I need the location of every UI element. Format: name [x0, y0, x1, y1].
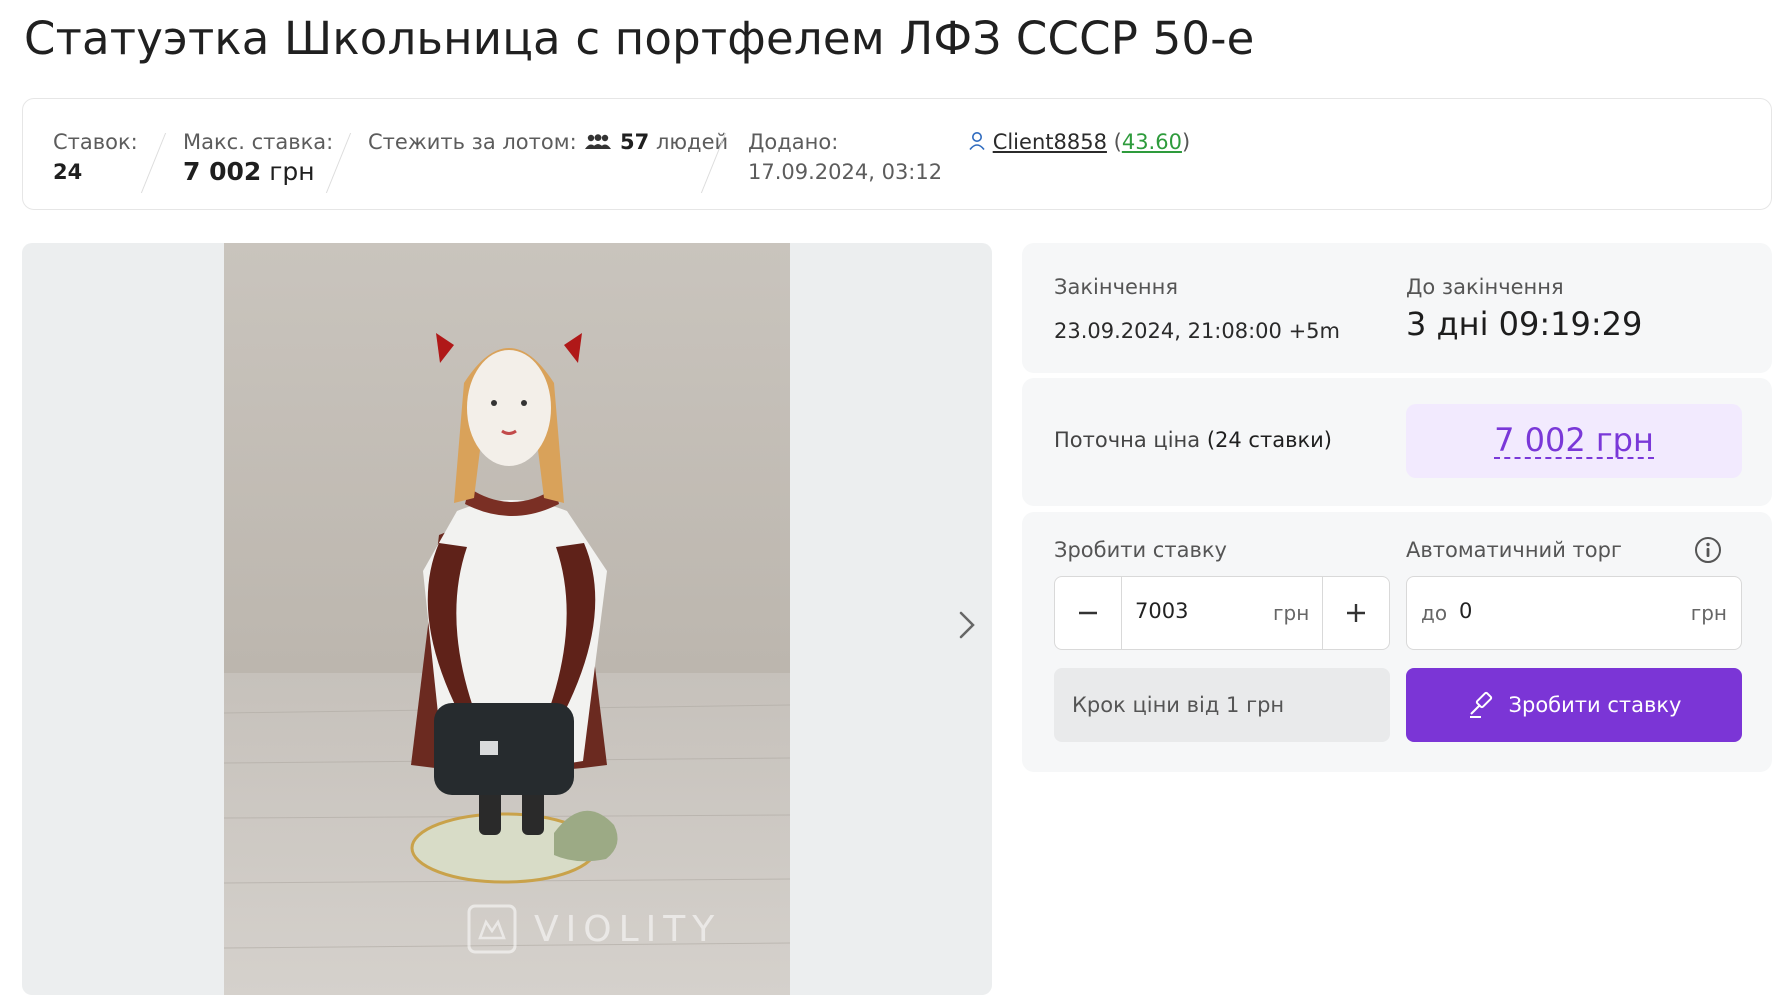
current-price-bids-note: (24 ставки): [1206, 428, 1332, 452]
divider: [140, 133, 167, 193]
auction-end-panel: Закінчення 23.09.2024, 21:08:00 +5m До з…: [1022, 243, 1772, 373]
auto-bid-field: до грн: [1406, 576, 1742, 650]
bids-count-stat: Ставок: 24: [53, 127, 138, 187]
current-price-value[interactable]: 7 002 грн: [1494, 423, 1654, 459]
max-bid-currency: грн: [269, 157, 315, 186]
max-bid-value-wrap: 7 002 грн: [183, 157, 333, 187]
page-title: Статуэтка Школьница с портфелем ЛФЗ СССР…: [24, 12, 1255, 65]
watchers-line: Стежить за лотом: 57 людей: [368, 127, 728, 157]
watchers-count: 57: [620, 130, 650, 154]
people-icon: [585, 134, 612, 149]
added-label: Додано:: [748, 130, 839, 154]
countdown-value: 3 дні 09:19:29: [1406, 305, 1643, 343]
seller-link[interactable]: Client8858: [993, 130, 1107, 154]
added-stat: Додано: 17.09.2024, 03:12: [748, 127, 942, 187]
increase-bid-button[interactable]: [1322, 577, 1389, 649]
seller-rating-link[interactable]: 43.60: [1122, 130, 1182, 154]
current-price-panel: Поточна ціна (24 ставки) 7 002 грн: [1022, 378, 1772, 506]
info-icon[interactable]: [1694, 536, 1722, 564]
auto-bid-currency: грн: [1690, 601, 1727, 625]
lot-page: Статуэтка Школьница с портфелем ЛФЗ СССР…: [0, 0, 1786, 1000]
watermark-text: VIOLITY: [534, 909, 721, 950]
next-image-chevron-icon[interactable]: [952, 605, 980, 645]
seller-stat: Client8858 (43.60): [968, 127, 1190, 157]
end-datetime: 23.09.2024, 21:08:00 +5m: [1054, 319, 1340, 343]
make-bid-label: Зробити ставку: [1054, 538, 1227, 562]
watchers-label: Стежить за лотом:: [368, 130, 577, 154]
added-value: 17.09.2024, 03:12: [748, 160, 943, 184]
auto-bid-label: Автоматичний торг: [1406, 538, 1622, 562]
end-label: Закінчення: [1054, 275, 1179, 299]
lot-info-bar: Ставок: 24 Макс. ставка: 7 002 грн Стежи…: [22, 98, 1772, 210]
current-price-label: Поточна ціна: [1054, 428, 1201, 452]
bid-panel: Зробити ставку Автоматичний торг грн до …: [1022, 512, 1772, 772]
countdown-label: До закінчення: [1406, 275, 1564, 299]
plus-icon: [1347, 604, 1365, 622]
user-icon: [969, 132, 985, 151]
decrease-bid-button[interactable]: [1055, 577, 1122, 649]
bid-amount-stepper: грн: [1054, 576, 1390, 650]
current-price-box: 7 002 грн: [1406, 404, 1742, 478]
bid-currency: грн: [1273, 601, 1310, 625]
figurine-image: VIOLITY: [224, 243, 790, 995]
minus-icon: [1079, 611, 1097, 615]
max-bid-stat: Макс. ставка: 7 002 грн: [183, 127, 333, 187]
seller-line: Client8858 (43.60): [968, 127, 1190, 157]
place-bid-button[interactable]: Зробити ставку: [1406, 668, 1742, 742]
auto-bid-input[interactable]: [1459, 599, 1639, 623]
max-bid-value: 7 002: [183, 157, 262, 186]
price-step-note: Крок ціни від 1 грн: [1054, 668, 1390, 742]
current-price-label-line: Поточна ціна (24 ставки): [1054, 428, 1332, 452]
place-bid-label: Зробити ставку: [1508, 693, 1682, 717]
bids-count-value: 24: [53, 160, 83, 184]
gavel-icon: [1469, 691, 1492, 718]
bids-count-label: Ставок:: [53, 130, 138, 154]
max-bid-label: Макс. ставка:: [183, 130, 334, 154]
lot-photo[interactable]: VIOLITY: [224, 243, 790, 995]
watchers-stat: Стежить за лотом: 57 людей: [368, 127, 728, 157]
auto-bid-prefix: до: [1421, 601, 1448, 625]
image-gallery[interactable]: VIOLITY: [22, 243, 992, 995]
bid-amount-input[interactable]: [1135, 599, 1255, 623]
